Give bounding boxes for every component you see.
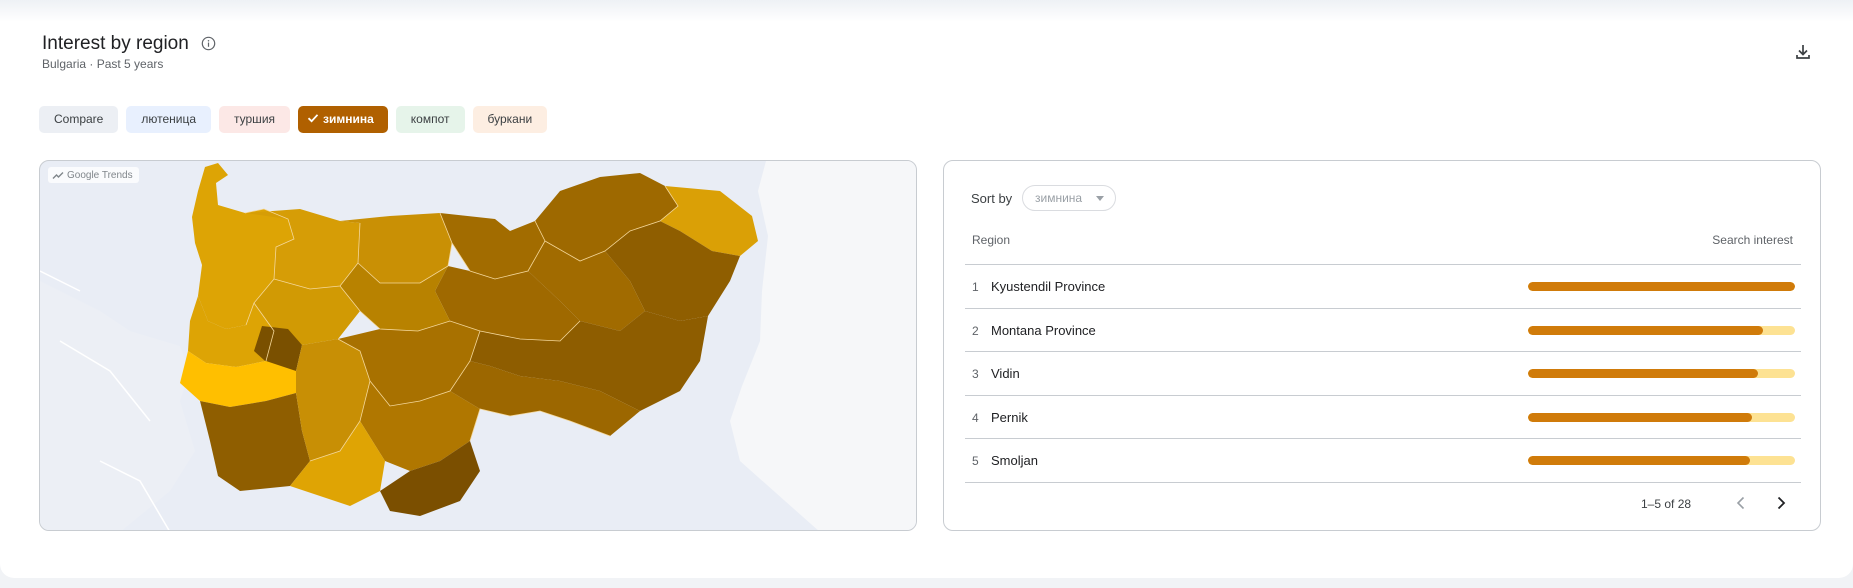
google-trends-badge: Google Trends — [48, 167, 139, 183]
row-region: Vidin — [991, 366, 1020, 381]
chip-term-5[interactable]: буркани — [472, 106, 548, 133]
region-map: Google Trends — [39, 160, 917, 531]
table-row[interactable]: 4 Pernik — [965, 396, 1801, 439]
row-rank: 4 — [972, 410, 979, 425]
badge-label: Google Trends — [67, 169, 133, 181]
row-rank: 3 — [972, 367, 979, 381]
download-icon[interactable] — [1793, 42, 1813, 62]
region-blagoevgrad[interactable] — [200, 393, 310, 491]
interest-bar — [1528, 325, 1763, 335]
checkmark-icon — [307, 114, 319, 123]
chip-term-2[interactable]: туршия — [219, 106, 291, 133]
info-icon[interactable] — [201, 36, 216, 51]
pagination-label: 1–5 of 28 — [1641, 497, 1692, 511]
row-rank: 5 — [972, 454, 979, 468]
region-table-panel: Sort by зимнина Region Search interest 1… — [943, 160, 1821, 531]
chevron-right-icon[interactable] — [1771, 493, 1791, 513]
interest-bar-track — [1528, 369, 1795, 378]
table-row[interactable]: 3 Vidin — [965, 352, 1801, 396]
caret-down-icon — [1096, 196, 1104, 201]
region-list: 1 Kyustendil Province 2 Montana Province… — [965, 264, 1801, 483]
table-row[interactable]: 1 Kyustendil Province — [965, 265, 1801, 309]
bulgaria-map — [40, 161, 916, 530]
interest-bar — [1528, 369, 1758, 378]
row-rank: 1 — [972, 280, 979, 294]
interest-bar-track — [1528, 412, 1795, 422]
row-rank: 2 — [972, 323, 979, 338]
sort-value: зимнина — [1035, 191, 1083, 205]
interest-bar-track — [1528, 282, 1795, 291]
row-region: Montana Province — [991, 322, 1096, 338]
chip-term-4[interactable]: компот — [395, 106, 465, 133]
chip-label: зимнина — [323, 112, 374, 126]
chevron-left-icon[interactable] — [1731, 493, 1751, 513]
chip-term-1[interactable]: лютеница — [126, 106, 212, 133]
interest-bar-track — [1528, 325, 1795, 335]
table-row[interactable]: 5 Smoljan — [965, 439, 1801, 483]
column-header-search-interest: Search interest — [1712, 233, 1793, 247]
sea-coast — [730, 161, 916, 530]
sort-by-dropdown[interactable]: зимнина — [1022, 185, 1116, 211]
interest-bar — [1528, 282, 1795, 291]
row-region: Smoljan — [991, 453, 1038, 468]
sort-by-label: Sort by — [971, 191, 1013, 206]
chip-compare[interactable]: Compare — [39, 106, 119, 133]
card-title: Interest by region — [42, 33, 189, 54]
chip-term-3-selected[interactable]: зимнина — [298, 106, 388, 133]
neighbor-land — [40, 281, 195, 530]
interest-bar-track — [1528, 456, 1795, 465]
term-chips: Compare лютеница туршия зимнина компот б… — [39, 106, 548, 133]
interest-by-region-card: Interest by region Bulgaria · Past 5 yea… — [0, 0, 1853, 578]
top-divider — [0, 0, 1853, 22]
interest-bar — [1528, 456, 1750, 465]
card-subtitle: Bulgaria · Past 5 years — [42, 57, 164, 71]
column-header-region: Region — [972, 233, 1011, 247]
trend-arrow-icon — [52, 171, 64, 179]
row-region: Kyustendil Province — [991, 279, 1106, 294]
interest-bar — [1528, 412, 1753, 422]
table-row[interactable]: 2 Montana Province — [965, 309, 1801, 352]
row-region: Pernik — [991, 409, 1028, 425]
